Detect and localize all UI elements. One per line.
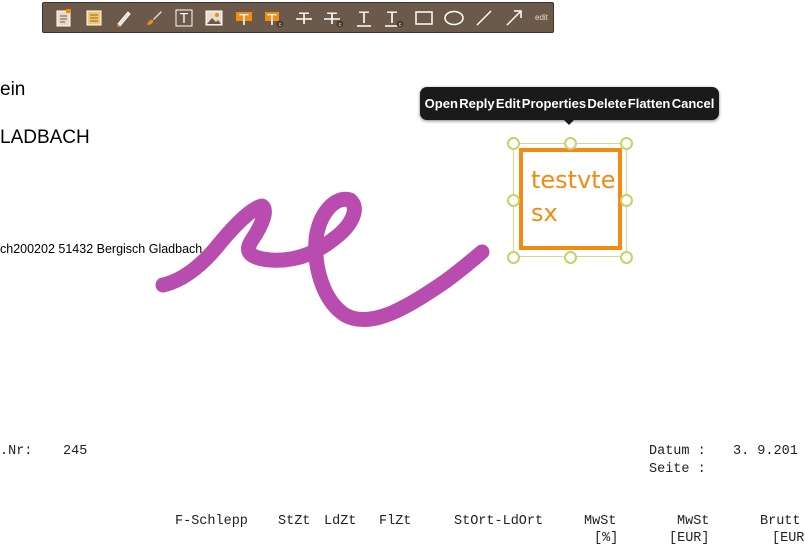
resize-handle-top-left[interactable] <box>507 137 520 150</box>
menu-cancel[interactable]: Cancel <box>672 96 715 111</box>
text-box-line-1: testvte <box>531 166 616 194</box>
resize-handle-right[interactable] <box>620 194 633 207</box>
menu-edit[interactable]: Edit <box>496 96 521 111</box>
menu-delete[interactable]: Delete <box>587 96 626 111</box>
text-box-annotation[interactable]: testvte sx <box>519 148 622 250</box>
menu-open[interactable]: Open <box>425 96 458 111</box>
resize-handle-bottom-right[interactable] <box>620 251 633 264</box>
menu-properties[interactable]: Properties <box>522 96 586 111</box>
resize-handle-left[interactable] <box>507 194 520 207</box>
resize-handle-top-right[interactable] <box>620 137 633 150</box>
resize-handle-top[interactable] <box>564 137 577 150</box>
ink-annotation-layer <box>155 191 490 327</box>
resize-handle-bottom-left[interactable] <box>507 251 520 264</box>
menu-flatten[interactable]: Flatten <box>628 96 671 111</box>
menu-reply[interactable]: Reply <box>459 96 494 111</box>
context-menu-pointer <box>563 119 575 125</box>
ink-annotation[interactable] <box>155 191 490 327</box>
text-box-line-2: sx <box>531 199 558 227</box>
resize-handle-bottom[interactable] <box>564 251 577 264</box>
annotation-context-menu: Open Reply Edit Properties Delete Flatte… <box>420 87 719 120</box>
